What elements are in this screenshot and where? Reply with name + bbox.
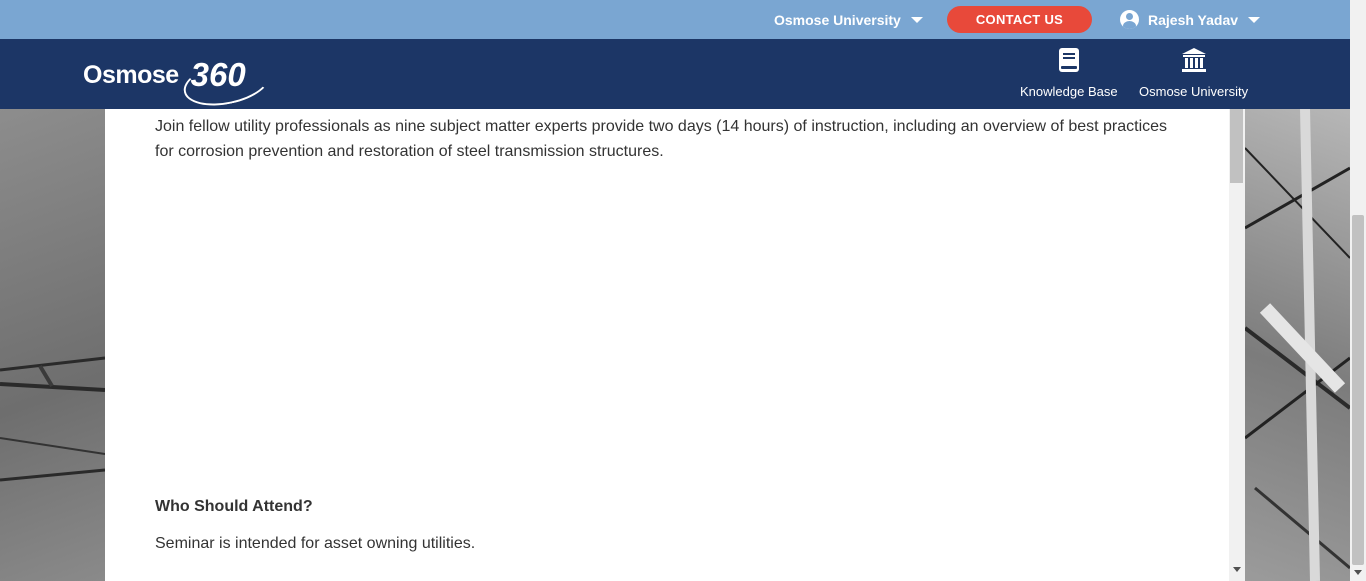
background-photo-right bbox=[1245, 108, 1350, 581]
book-icon bbox=[1058, 48, 1079, 72]
main-navbar: Osmose 360 Knowledge Base Osmose Univers… bbox=[0, 39, 1350, 113]
nav-osmose-university[interactable]: Osmose University bbox=[1139, 47, 1248, 103]
who-should-attend-heading: Who Should Attend? bbox=[155, 498, 313, 515]
scroll-down-arrow-icon[interactable] bbox=[1233, 567, 1241, 572]
page-scrollbar-thumb[interactable] bbox=[1352, 215, 1364, 565]
nav-osmose-university-label: Osmose University bbox=[1139, 84, 1249, 99]
page-scroll-down-arrow-icon[interactable] bbox=[1354, 570, 1362, 575]
logo-word: Osmose bbox=[83, 60, 179, 89]
utility-bar: Osmose University CONTACT US Rajesh Yada… bbox=[0, 0, 1366, 39]
chevron-down-icon bbox=[1248, 16, 1261, 23]
content-panel: Join fellow utility professionals as nin… bbox=[105, 109, 1245, 581]
user-avatar-icon bbox=[1120, 10, 1139, 29]
course-intro-text: Join fellow utility professionals as nin… bbox=[155, 118, 1168, 160]
background-photo-left bbox=[0, 108, 105, 581]
university-menu[interactable]: Osmose University bbox=[774, 0, 923, 39]
who-should-attend-text: Seminar is intended for asset owning uti… bbox=[155, 535, 476, 552]
logo-number: 360 bbox=[179, 53, 275, 113]
chevron-down-icon bbox=[910, 16, 923, 23]
nav-knowledge-base[interactable]: Knowledge Base bbox=[1020, 47, 1118, 103]
user-menu[interactable]: Rajesh Yadav bbox=[1120, 0, 1261, 39]
osmose-360-logo[interactable]: Osmose 360 bbox=[83, 49, 275, 113]
user-name: Rajesh Yadav bbox=[1148, 11, 1239, 28]
university-menu-label: Osmose University bbox=[774, 11, 901, 28]
university-icon bbox=[1181, 48, 1206, 72]
content-scrollbar-thumb[interactable] bbox=[1230, 109, 1243, 183]
contact-us-button[interactable]: CONTACT US bbox=[947, 6, 1092, 33]
nav-knowledge-base-label: Knowledge Base bbox=[1020, 84, 1118, 99]
